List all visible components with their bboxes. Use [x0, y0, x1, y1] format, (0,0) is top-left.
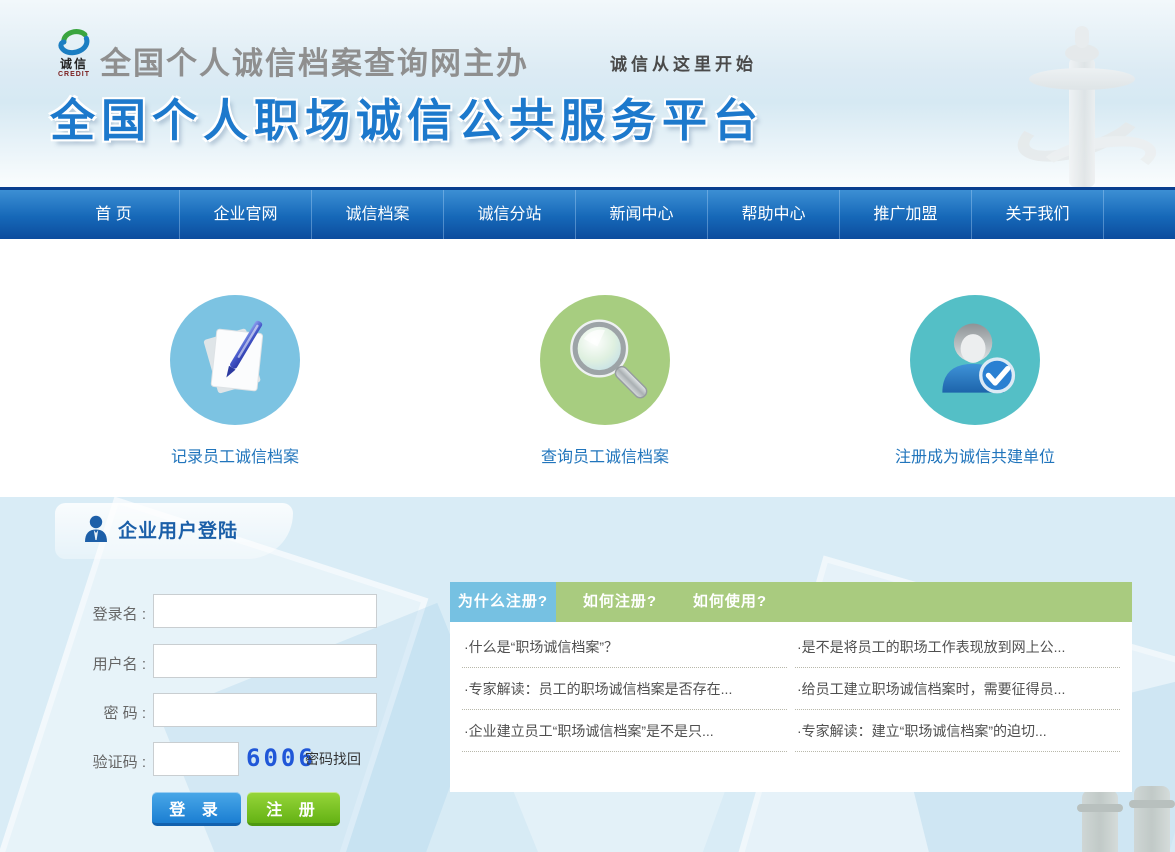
feature-register-unit[interactable]: 注册成为诚信共建单位 — [845, 295, 1105, 467]
login-title: 企业用户登陆 — [118, 516, 238, 543]
faq-item[interactable]: ·企业建立员工“职场诚信档案”是不是只... — [462, 710, 787, 752]
main-nav: 首 页 企业官网 诚信档案 诚信分站 新闻中心 帮助中心 推广加盟 关于我们 — [0, 187, 1175, 239]
magnifier-icon — [540, 295, 670, 425]
faq-panel: 为什么注册? 如何注册? 如何使用? ·什么是“职场诚信档案”？ ·专家解读：员… — [450, 582, 1132, 792]
person-check-icon — [910, 295, 1040, 425]
nav-item-about-us[interactable]: 关于我们 — [972, 190, 1104, 239]
nav-item-home[interactable]: 首 页 — [48, 190, 180, 239]
feature-label[interactable]: 查询员工诚信档案 — [475, 443, 735, 467]
site-name: 全国个人诚信档案查询网主办 — [100, 38, 529, 83]
main-title: 全国个人职场诚信公共服务平台 — [50, 84, 764, 149]
paper-pen-icon — [170, 295, 300, 425]
nav-item-credit-archive[interactable]: 诚信档案 — [312, 190, 444, 239]
nav-item-enterprise-site[interactable]: 企业官网 — [180, 190, 312, 239]
statue-decoration — [1007, 10, 1157, 187]
captcha-label: 验证码 : — [66, 751, 146, 772]
captcha-input[interactable] — [153, 742, 239, 776]
faq-item[interactable]: ·给员工建立职场诚信档案时，需要征得员... — [795, 668, 1120, 710]
user-name-input[interactable] — [153, 644, 377, 678]
faq-left-column: ·什么是“职场诚信档案”？ ·专家解读：员工的职场诚信档案是否存在... ·企业… — [462, 626, 787, 752]
nav-item-help-center[interactable]: 帮助中心 — [708, 190, 840, 239]
features-section: 记录员工诚信档案 — [0, 239, 1175, 497]
nav-item-credit-substation[interactable]: 诚信分站 — [444, 190, 576, 239]
credit-swirl-icon — [52, 26, 96, 58]
faq-item[interactable]: ·什么是“职场诚信档案”？ — [462, 626, 787, 668]
business-person-icon — [84, 515, 108, 543]
faq-right-column: ·是不是将员工的职场工作表现放到网上公... ·给员工建立职场诚信档案时，需要征… — [795, 626, 1120, 752]
feature-label[interactable]: 注册成为诚信共建单位 — [845, 443, 1105, 467]
forgot-password-link[interactable]: 密码找回 — [305, 749, 361, 769]
faq-item[interactable]: ·专家解读：员工的职场诚信档案是否存在... — [462, 668, 787, 710]
user-name-label: 用户名 : — [66, 653, 146, 674]
password-input[interactable] — [153, 693, 377, 727]
faq-item[interactable]: ·专家解读：建立“职场诚信档案”的迫切... — [795, 710, 1120, 752]
logo-subtext: CREDIT — [45, 70, 103, 79]
password-label: 密 码 : — [66, 702, 146, 723]
faq-body: ·什么是“职场诚信档案”？ ·专家解读：员工的职场诚信档案是否存在... ·企业… — [450, 622, 1132, 752]
pillar-decoration — [1082, 790, 1118, 852]
page: 诚信 CREDIT 全国个人诚信档案查询网主办 诚信从这里开始 全国个人职场诚信… — [0, 0, 1175, 852]
faq-tab-bar: 为什么注册? 如何注册? 如何使用? — [450, 582, 1132, 622]
logo-text: 诚信 — [45, 58, 103, 70]
tab-why-register[interactable]: 为什么注册? — [450, 582, 556, 622]
login-name-input[interactable] — [153, 594, 377, 628]
feature-record-archive[interactable]: 记录员工诚信档案 — [105, 295, 365, 467]
nav-item-promotion[interactable]: 推广加盟 — [840, 190, 972, 239]
tab-how-use[interactable]: 如何使用? — [680, 582, 780, 622]
tab-how-register[interactable]: 如何注册? — [570, 582, 670, 622]
bottom-section: 企业用户登陆 登录名 : 用户名 : 密 码 : 验证码 : 6006 密码找回… — [0, 497, 1175, 852]
pillar-decoration — [1134, 786, 1170, 852]
feature-label[interactable]: 记录员工诚信档案 — [105, 443, 365, 467]
login-button[interactable]: 登 录 — [152, 792, 241, 826]
faq-item[interactable]: ·是不是将员工的职场工作表现放到网上公... — [795, 626, 1120, 668]
nav-item-news-center[interactable]: 新闻中心 — [576, 190, 708, 239]
header: 诚信 CREDIT 全国个人诚信档案查询网主办 诚信从这里开始 全国个人职场诚信… — [0, 0, 1175, 187]
tagline: 诚信从这里开始 — [610, 50, 757, 75]
login-name-label: 登录名 : — [66, 603, 146, 624]
site-logo[interactable]: 诚信 CREDIT — [45, 26, 103, 90]
login-title-row: 企业用户登陆 — [84, 515, 238, 543]
register-button[interactable]: 注 册 — [247, 792, 340, 826]
feature-query-archive[interactable]: 查询员工诚信档案 — [475, 295, 735, 467]
